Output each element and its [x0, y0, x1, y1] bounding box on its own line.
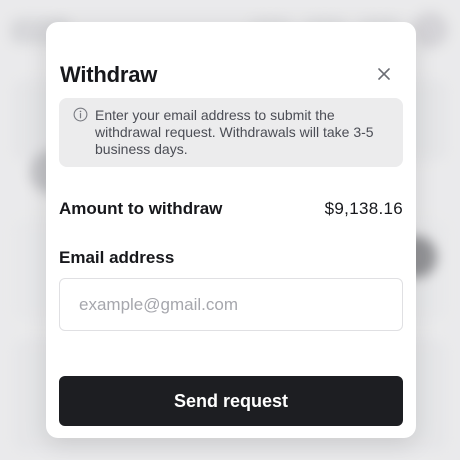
close-icon: [378, 68, 390, 80]
close-button[interactable]: [376, 66, 392, 82]
info-icon: [73, 107, 88, 122]
info-notice: Enter your email address to submit the w…: [59, 98, 403, 167]
amount-label: Amount to withdraw: [59, 199, 223, 218]
send-request-button[interactable]: Send request: [59, 376, 403, 426]
email-field[interactable]: [59, 278, 403, 331]
withdraw-dialog: Withdraw Enter your email address to sub…: [46, 22, 416, 438]
notice-text: Enter your email address to submit the w…: [95, 107, 374, 157]
email-label: Email address: [59, 248, 175, 267]
dialog-title: Withdraw: [60, 62, 158, 87]
amount-value: $9,138.16: [324, 199, 403, 218]
amount-row: Amount to withdraw $9,138.16: [59, 198, 403, 220]
